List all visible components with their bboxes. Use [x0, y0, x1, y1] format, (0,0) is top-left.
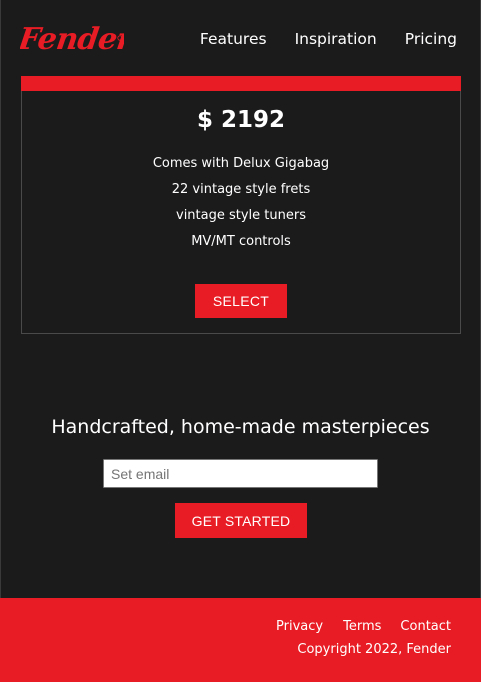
main-nav: Features Inspiration Pricing: [200, 30, 457, 48]
feature-item: MV/MT controls: [191, 234, 291, 249]
signup-headline: Handcrafted, home-made masterpieces: [51, 416, 430, 438]
site-header: Fender Features Inspiration Pricing: [0, 0, 481, 76]
pricing-card: $ 2192 Comes with Delux Gigabag 22 vinta…: [21, 76, 461, 334]
feature-item: Comes with Delux Gigabag: [152, 156, 330, 171]
footer-link-terms[interactable]: Terms: [343, 619, 381, 635]
footer-link-privacy[interactable]: Privacy: [276, 619, 323, 635]
fender-logo[interactable]: Fender: [20, 16, 124, 58]
card-accent-bar: [21, 76, 461, 91]
logo-text: Fender: [20, 22, 124, 57]
select-button[interactable]: SELECT: [195, 284, 287, 318]
feature-list: Comes with Delux Gigabag 22 vintage styl…: [22, 152, 460, 256]
get-started-button[interactable]: GET STARTED: [175, 503, 307, 538]
site-footer: Privacy Terms Contact Copyright 2022, Fe…: [0, 598, 481, 682]
feature-item: vintage style tuners: [176, 208, 306, 223]
email-input[interactable]: [103, 459, 378, 488]
feature-item: 22 vintage style frets: [171, 182, 311, 197]
nav-link-pricing[interactable]: Pricing: [405, 30, 457, 48]
price-label: $ 2192: [196, 107, 286, 133]
nav-link-inspiration[interactable]: Inspiration: [295, 30, 377, 48]
footer-links: Privacy Terms Contact: [276, 619, 451, 635]
footer-link-contact[interactable]: Contact: [400, 619, 451, 635]
copyright-text: Copyright 2022, Fender: [297, 642, 451, 657]
nav-link-features[interactable]: Features: [200, 30, 267, 48]
